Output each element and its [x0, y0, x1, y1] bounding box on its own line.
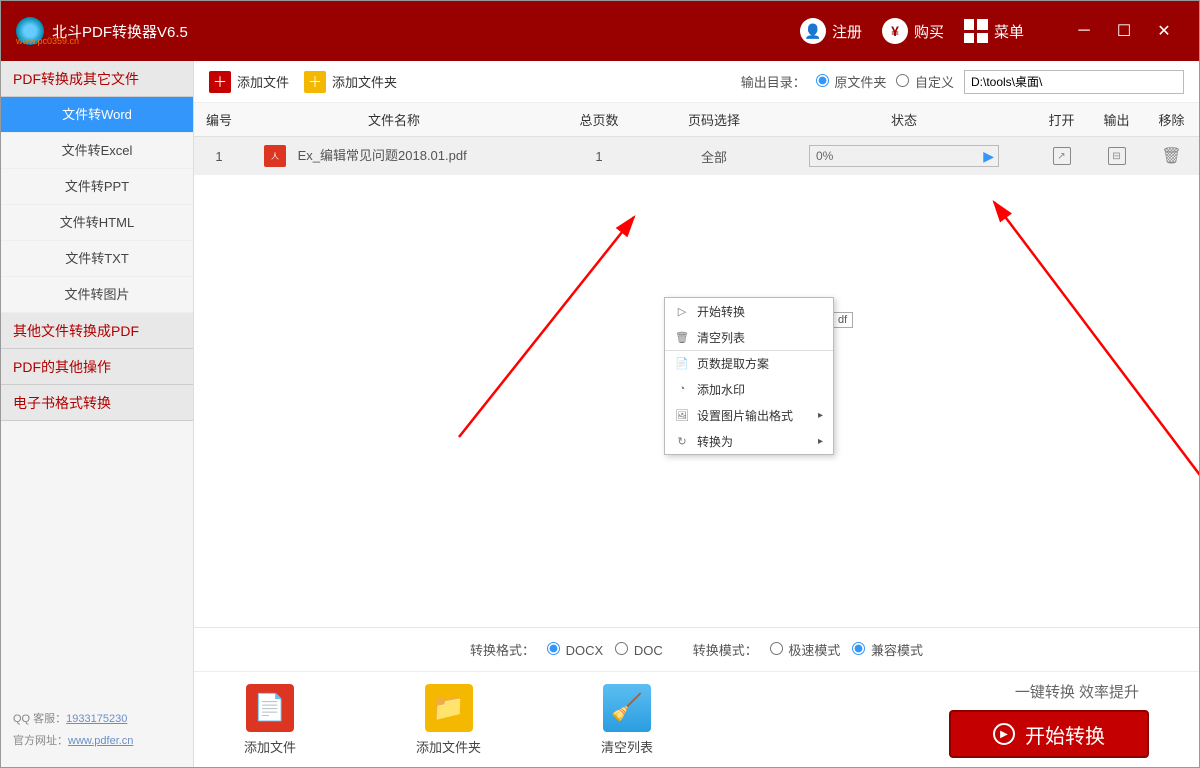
watermark-url: www.pc0359.cn: [16, 36, 79, 46]
main-panel: ＋ 添加文件 ＋ 添加文件夹 输出目录： 原文件夹 自定义 编号 文件名称 总页…: [194, 61, 1199, 767]
sidebar-group-pdf-to-other[interactable]: PDF转换成其它文件: [1, 61, 193, 97]
slogan-text: 一键转换 效率提升: [949, 681, 1149, 702]
format-label: 转换格式：: [470, 640, 535, 659]
progress-bar[interactable]: 0% ▶: [809, 145, 999, 167]
broom-icon: 🧹: [603, 684, 651, 732]
mode-label: 转换模式：: [693, 640, 758, 659]
page-select[interactable]: 全部: [654, 147, 774, 166]
annotation-arrow-left: [434, 197, 664, 447]
sidebar: PDF转换成其它文件 文件转Word 文件转Excel 文件转PPT 文件转HT…: [1, 61, 194, 767]
menu-button[interactable]: 菜单: [964, 19, 1024, 43]
table-header: 编号 文件名称 总页数 页码选择 状态 打开 输出 移除: [194, 103, 1199, 137]
grid-icon: [964, 19, 988, 43]
output-folder-icon[interactable]: ⊟: [1108, 147, 1126, 165]
ctx-start-convert[interactable]: ▷开始转换: [665, 298, 833, 324]
bottom-panel: 转换格式： DOCX DOC 转换模式： 极速模式 兼容模式 📄 添加文件: [194, 627, 1199, 767]
sidebar-group-pdf-ops[interactable]: PDF的其他操作: [1, 349, 193, 385]
big-add-file[interactable]: 📄 添加文件: [244, 684, 296, 756]
file-name: Ex_编辑常见问题2018.01.pdf: [298, 148, 467, 163]
radio-docx[interactable]: DOCX: [547, 642, 603, 658]
radio-doc[interactable]: DOC: [615, 642, 663, 658]
table-body: 1 人 Ex_编辑常见问题2018.01.pdf 1 全部 0% ▶ ↗ ⊟: [194, 137, 1199, 627]
ctx-image-format[interactable]: 🖼设置图片输出格式▸: [665, 402, 833, 428]
sidebar-item-to-txt[interactable]: 文件转TXT: [1, 241, 193, 277]
ctx-page-extract[interactable]: 📄页数提取方案: [665, 350, 833, 376]
add-file-button[interactable]: ＋ 添加文件: [209, 71, 289, 93]
close-button[interactable]: ✕: [1144, 11, 1184, 51]
ctx-watermark[interactable]: ◔添加水印: [665, 376, 833, 402]
add-folder-button[interactable]: ＋ 添加文件夹: [304, 71, 397, 93]
app-window: 北斗PDF转换器V6.5 www.pc0359.cn 👤 注册 ¥ 购买 菜单 …: [0, 0, 1200, 768]
sidebar-group-other-to-pdf[interactable]: 其他文件转换成PDF: [1, 313, 193, 349]
output-path-input[interactable]: [964, 70, 1184, 94]
plus-icon: ＋: [209, 71, 231, 93]
sidebar-footer: QQ 客服：1933175230 官方网址：www.pdfer.cn: [1, 693, 193, 767]
ctx-clear-list[interactable]: 🗑清空列表: [665, 324, 833, 350]
minimize-button[interactable]: ─: [1064, 11, 1104, 51]
sidebar-item-to-excel[interactable]: 文件转Excel: [1, 133, 193, 169]
radio-compat-mode[interactable]: 兼容模式: [852, 640, 923, 659]
site-link[interactable]: www.pdfer.cn: [68, 735, 133, 747]
folder-plus-icon: ＋: [304, 71, 326, 93]
radio-fast-mode[interactable]: 极速模式: [770, 640, 841, 659]
remove-icon[interactable]: 🗑: [1161, 148, 1181, 165]
add-folder-icon: 📁: [425, 684, 473, 732]
titlebar: 北斗PDF转换器V6.5 www.pc0359.cn 👤 注册 ¥ 购买 菜单 …: [1, 1, 1199, 61]
sidebar-item-to-ppt[interactable]: 文件转PPT: [1, 169, 193, 205]
sidebar-group-ebook[interactable]: 电子书格式转换: [1, 385, 193, 421]
big-actions: 📄 添加文件 📁 添加文件夹 🧹 清空列表 一键转换 效率提升: [194, 672, 1199, 767]
context-menu: ▷开始转换 🗑清空列表 📄页数提取方案 ◔添加水印 🖼设置图片输出格式▸ ↻转换…: [664, 297, 834, 455]
toolbar: ＋ 添加文件 ＋ 添加文件夹 输出目录： 原文件夹 自定义: [194, 61, 1199, 103]
user-icon: 👤: [800, 18, 826, 44]
tooltip-badge: df: [832, 312, 853, 328]
big-add-folder[interactable]: 📁 添加文件夹: [416, 684, 481, 756]
ctx-convert-to[interactable]: ↻转换为▸: [665, 428, 833, 454]
play-circle-icon: ▶: [993, 723, 1015, 745]
register-button[interactable]: 👤 注册: [800, 18, 862, 44]
sidebar-item-to-html[interactable]: 文件转HTML: [1, 205, 193, 241]
yen-icon: ¥: [882, 18, 908, 44]
qq-link[interactable]: 1933175230: [66, 713, 127, 725]
radio-custom-folder[interactable]: 自定义: [896, 72, 954, 91]
options-row: 转换格式： DOCX DOC 转换模式： 极速模式 兼容模式: [194, 628, 1199, 672]
play-icon[interactable]: ▶: [983, 148, 994, 165]
output-dir-label: 输出目录：: [741, 72, 806, 91]
buy-button[interactable]: ¥ 购买: [882, 18, 944, 44]
sidebar-item-to-word[interactable]: 文件转Word: [1, 97, 193, 133]
add-file-icon: 📄: [246, 684, 294, 732]
annotation-arrow-right: [964, 187, 1199, 517]
start-convert-button[interactable]: ▶ 开始转换: [949, 710, 1149, 758]
radio-original-folder[interactable]: 原文件夹: [816, 72, 887, 91]
open-file-icon[interactable]: ↗: [1053, 147, 1071, 165]
table-row[interactable]: 1 人 Ex_编辑常见问题2018.01.pdf 1 全部 0% ▶ ↗ ⊟: [194, 137, 1199, 175]
sidebar-item-to-image[interactable]: 文件转图片: [1, 277, 193, 313]
big-clear-list[interactable]: 🧹 清空列表: [601, 684, 653, 756]
pdf-icon: 人: [264, 145, 286, 167]
maximize-button[interactable]: ☐: [1104, 11, 1144, 51]
